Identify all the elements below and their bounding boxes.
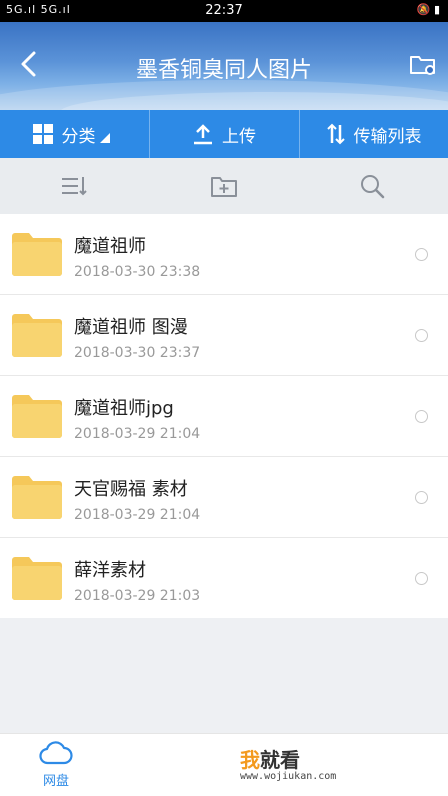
folder-icon <box>12 314 62 357</box>
sort-icon <box>62 177 87 196</box>
search-button[interactable] <box>358 172 386 200</box>
chevron-left-icon <box>21 51 36 77</box>
file-name: 魔道祖师 <box>74 236 146 257</box>
status-icons: 🔕 ▮ <box>416 3 440 16</box>
status-bar: 5G.ıl 5G.ıl 22:37 🔕 ▮ <box>0 0 448 22</box>
watermark: 我就看 www.wojiukan.com <box>240 744 336 782</box>
folder-settings-button[interactable] <box>408 50 438 80</box>
tab-netdisk[interactable]: 网盘 <box>28 740 84 794</box>
watermark-url: www.wojiukan.com <box>240 771 337 782</box>
transfer-list-label: 传输列表 <box>353 126 422 147</box>
bottom-nav: 网盘 我就看 www.wojiukan.com <box>0 733 448 796</box>
search-icon <box>361 175 385 199</box>
grid-icon <box>32 124 53 144</box>
file-row[interactable]: 天官赐福 素材 2018-03-29 21:04 <box>0 457 448 538</box>
watermark-rest: 就看 <box>260 748 300 772</box>
folder-icon <box>12 476 62 519</box>
toolbar: 分类 上传 传输列表 <box>0 110 448 158</box>
watermark-wo: 我 <box>240 748 260 772</box>
file-date: 2018-03-30 23:37 <box>74 345 201 361</box>
select-radio[interactable] <box>415 248 428 261</box>
category-label: 分类 <box>61 126 96 147</box>
file-name: 薛洋素材 <box>74 560 146 581</box>
folder-settings-icon <box>410 56 435 75</box>
select-radio[interactable] <box>415 329 428 342</box>
folder-icon <box>12 557 62 600</box>
file-row[interactable]: 魔道祖师 图漫 2018-03-30 23:37 <box>0 295 448 376</box>
action-bar <box>0 158 448 214</box>
upload-button[interactable]: 上传 <box>149 110 299 158</box>
dropdown-triangle-icon <box>99 133 110 143</box>
new-folder-icon <box>211 177 237 197</box>
select-radio[interactable] <box>415 491 428 504</box>
transfer-arrows-icon <box>326 123 345 145</box>
folder-icon <box>12 233 62 276</box>
upload-icon <box>194 124 212 145</box>
upload-label: 上传 <box>222 126 256 147</box>
select-radio[interactable] <box>415 410 428 423</box>
sort-button[interactable] <box>60 172 88 200</box>
folder-icon <box>12 395 62 438</box>
page-title: 墨香铜臭同人图片 <box>135 58 312 83</box>
transfer-list-button[interactable]: 传输列表 <box>299 110 448 158</box>
select-radio[interactable] <box>415 572 428 585</box>
header: 墨香铜臭同人图片 <box>0 22 448 110</box>
file-date: 2018-03-30 23:38 <box>74 264 201 280</box>
file-name: 魔道祖师jpg <box>74 398 174 419</box>
tab-netdisk-label: 网盘 <box>42 774 69 789</box>
file-name: 魔道祖师 图漫 <box>74 317 188 338</box>
file-date: 2018-03-29 21:04 <box>74 507 201 523</box>
new-folder-button[interactable] <box>210 172 238 200</box>
cloud-icon <box>39 741 73 765</box>
file-row[interactable]: 魔道祖师jpg 2018-03-29 21:04 <box>0 376 448 457</box>
file-date: 2018-03-29 21:04 <box>74 426 201 442</box>
back-button[interactable] <box>14 48 46 80</box>
file-row[interactable]: 魔道祖师 2018-03-30 23:38 <box>0 214 448 295</box>
status-time: 22:37 <box>205 3 243 18</box>
file-date: 2018-03-29 21:03 <box>74 588 201 604</box>
file-name: 天官赐福 素材 <box>74 479 188 500</box>
category-button[interactable]: 分类 <box>0 110 149 158</box>
file-row[interactable]: 薛洋素材 2018-03-29 21:03 <box>0 538 448 618</box>
file-list: 魔道祖师 2018-03-30 23:38 魔道祖师 图漫 2018-03-30… <box>0 214 448 618</box>
